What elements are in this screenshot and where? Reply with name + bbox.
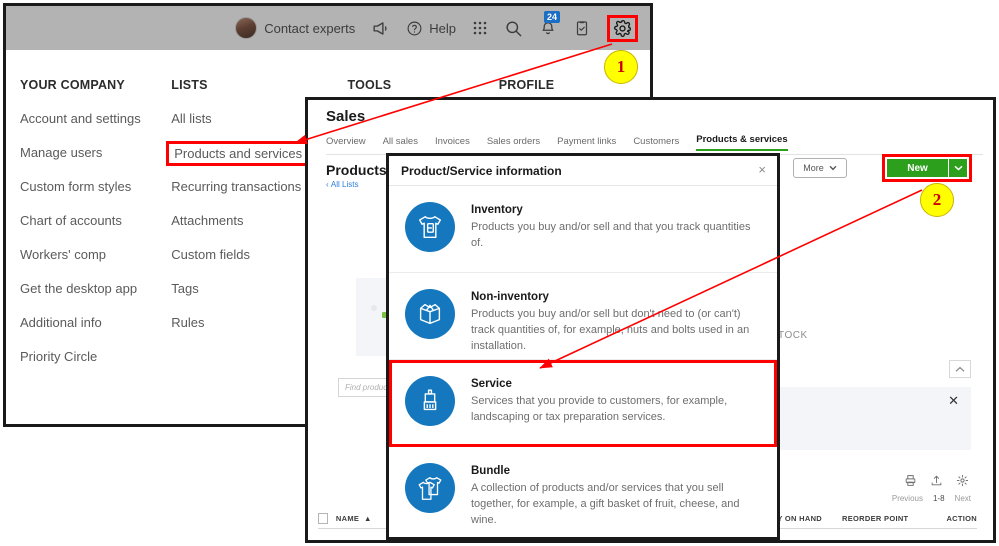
option-service-description: Services that you provide to customers, … [471,395,728,423]
two-tshirts-icon [405,463,455,513]
option-non-inventory-title: Non-inventory [471,291,549,303]
gear-highlight-box [607,14,638,42]
close-icon[interactable]: × [758,163,766,176]
menu-item-priority-circle[interactable]: Priority Circle [20,349,171,364]
avatar [235,17,258,39]
menu-item-products-and-services[interactable]: Products and services [166,141,311,166]
column-header-name[interactable]: NAME ▲ [336,514,382,523]
tab-customers[interactable]: Customers [633,136,679,151]
menu-item-manage-users[interactable]: Manage users [20,145,171,160]
table-utility-icons [904,474,969,492]
promo-close-icon[interactable]: ✕ [948,394,959,407]
breadcrumb[interactable]: ‹ All Lists [326,180,358,189]
notification-badge: 24 [544,11,561,23]
modal-title: Product/Service information [401,163,562,178]
column-header-reorder-point: REORDER POINT [842,513,909,523]
option-service-body: Service Services that you provide to cus… [471,374,761,426]
tab-invoices[interactable]: Invoices [435,136,470,151]
new-button-highlight-box: New [882,154,972,182]
menu-item-additional-info[interactable]: Additional info [20,315,171,330]
option-inventory-description: Products you buy and/or sell and that yo… [471,221,751,249]
chevron-down-icon [953,165,963,171]
grid-apps-icon [472,20,488,36]
notifications-button[interactable]: 24 [539,11,561,37]
callout-step-2: 2 [920,183,954,217]
new-button[interactable]: New [887,159,967,177]
sales-window-title: Sales [326,108,366,125]
new-button-label: New [907,162,928,174]
column-heading-tools: TOOLS [347,78,392,92]
option-bundle-description: A collection of products and/or services… [471,482,740,526]
chevron-up-icon [955,366,965,372]
settings-gear-icon[interactable] [956,474,969,492]
menu-item-workers-comp[interactable]: Workers' comp [20,247,171,262]
tshirt-icon [405,202,455,252]
option-non-inventory[interactable]: Non-inventory Products you buy and/or se… [389,273,777,360]
clipboard-button[interactable] [573,19,591,37]
breadcrumb-label: All Lists [330,180,359,189]
apps-grid-button[interactable] [472,20,488,36]
paintbrush-icon [405,376,455,426]
option-bundle-body: Bundle A collection of products and/or s… [471,461,761,529]
sales-tab-bar: Overview All sales Invoices Sales orders… [326,134,983,155]
tab-overview[interactable]: Overview [326,136,366,151]
option-service[interactable]: Service Services that you provide to cus… [389,360,777,447]
option-inventory-body: Inventory Products you buy and/or sell a… [471,200,761,252]
menu-item-get-the-desktop-app[interactable]: Get the desktop app [20,281,171,296]
callout-step-1: 1 [604,50,638,84]
pagination-previous[interactable]: Previous [892,494,923,503]
pagination-next[interactable]: Next [955,494,971,503]
menu-column-your-company: YOUR COMPANY Account and settings Manage… [20,78,171,383]
contact-experts-button[interactable]: Contact experts [235,17,355,39]
export-icon[interactable] [930,474,943,492]
help-icon [406,20,423,37]
open-box-icon [405,289,455,339]
collapse-panel-button[interactable] [949,360,971,378]
tab-products-and-services[interactable]: Products & services [696,134,788,151]
column-header-name-label: NAME [335,513,360,523]
option-inventory[interactable]: Inventory Products you buy and/or sell a… [389,186,777,273]
select-all-checkbox[interactable] [318,512,328,524]
new-button-dropdown[interactable] [948,159,967,177]
option-non-inventory-body: Non-inventory Products you buy and/or se… [471,287,761,355]
contact-experts-label: Contact experts [264,20,356,36]
megaphone-icon [371,19,390,38]
menu-item-custom-form-styles[interactable]: Custom form styles [20,179,171,194]
tab-sales-orders[interactable]: Sales orders [487,136,540,151]
pagination: Previous 1-8 Next [892,494,971,503]
search-button[interactable] [504,19,523,38]
screenshot-root: Contact experts Help 24 YOUR COMPANY Acc… [0,0,999,546]
option-service-title: Service [471,378,512,390]
column-heading-lists: LISTS [171,78,208,92]
sort-asc-icon: ▲ [361,513,372,523]
option-non-inventory-description: Products you buy and/or sell but don't n… [471,308,750,352]
column-heading-your-company: YOUR COMPANY [20,78,125,92]
help-button[interactable]: Help [406,20,456,37]
column-header-action: ACTION [946,513,977,523]
more-button[interactable]: More [793,158,847,178]
settings-gear-button[interactable] [607,14,638,42]
product-service-information-modal: Product/Service information × Inventory … [386,153,780,540]
tab-all-sales[interactable]: All sales [383,136,418,151]
option-bundle-title: Bundle [471,465,510,477]
clipboard-icon [573,19,591,37]
tab-payment-links[interactable]: Payment links [557,136,616,151]
menu-item-chart-of-accounts[interactable]: Chart of accounts [20,213,171,228]
menu-item-account-and-settings[interactable]: Account and settings [20,111,171,126]
megaphone-button[interactable] [371,19,390,38]
option-inventory-title: Inventory [471,204,523,216]
option-bundle[interactable]: Bundle A collection of products and/or s… [389,447,777,534]
search-icon [504,19,523,38]
print-icon[interactable] [904,474,917,492]
help-label: Help [429,20,456,36]
gear-icon [613,19,632,38]
chevron-down-icon [829,163,837,173]
more-label: More [803,163,824,173]
modal-header: Product/Service information × [389,156,777,186]
global-topbar: Contact experts Help 24 [6,6,650,50]
pagination-range: 1-8 [932,494,945,503]
